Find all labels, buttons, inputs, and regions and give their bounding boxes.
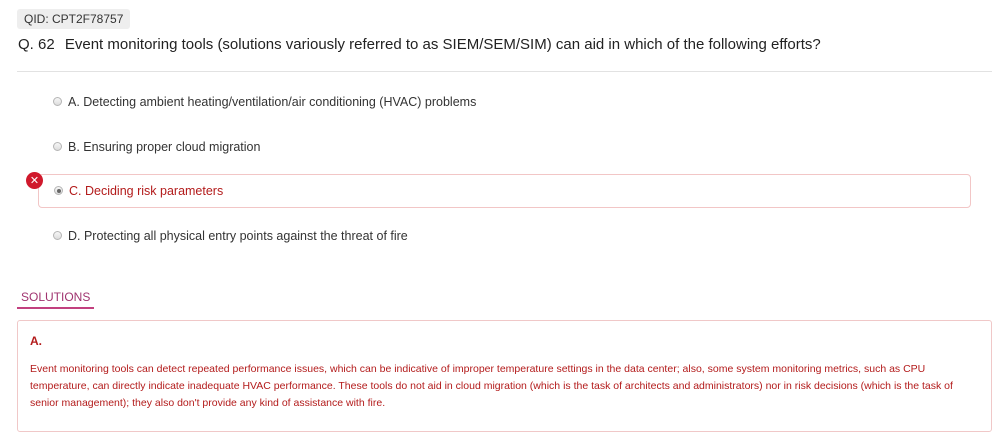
option-b[interactable]: B. Ensuring proper cloud migration: [38, 131, 971, 165]
tab-solutions[interactable]: SOLUTIONS: [17, 287, 95, 309]
close-icon: ✕: [26, 172, 43, 189]
question-heading: Q. 62 Event monitoring tools (solutions …: [18, 36, 821, 53]
option-a[interactable]: A. Detecting ambient heating/ventilation…: [38, 86, 971, 120]
option-d[interactable]: D. Protecting all physical entry points …: [38, 220, 971, 254]
option-c[interactable]: C. Deciding risk parameters: [38, 174, 971, 208]
radio-button[interactable]: [53, 231, 62, 240]
option-label: A. Detecting ambient heating/ventilation…: [68, 95, 477, 109]
option-label: B. Ensuring proper cloud migration: [68, 140, 261, 154]
question-text: Event monitoring tools (solutions variou…: [64, 36, 821, 53]
option-label: D. Protecting all physical entry points …: [68, 229, 408, 243]
divider: [17, 71, 992, 72]
radio-button-selected[interactable]: [54, 186, 63, 195]
question-number: Q. 62: [18, 36, 55, 53]
option-label: C. Deciding risk parameters: [69, 184, 224, 198]
radio-button[interactable]: [53, 142, 62, 151]
solution-explanation: Event monitoring tools can detect repeat…: [30, 363, 953, 409]
solution-panel: A. Event monitoring tools can detect rep…: [17, 320, 992, 432]
qid-badge: QID: CPT2F78757: [17, 9, 131, 29]
solution-answer: A.: [30, 334, 42, 348]
radio-button[interactable]: [53, 97, 62, 106]
question-page: QID: CPT2F78757 Q. 62 Event monitoring t…: [0, 0, 999, 439]
